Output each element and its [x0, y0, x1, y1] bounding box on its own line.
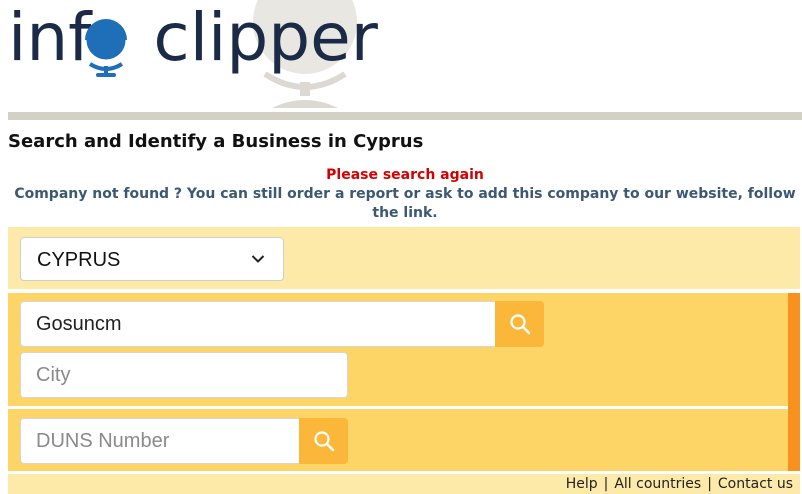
footer-separator: |	[707, 476, 712, 492]
info-message[interactable]: Company not found ? You can still order …	[8, 185, 802, 223]
chevron-down-icon	[251, 255, 265, 263]
footer-separator: |	[603, 476, 609, 492]
header-divider	[8, 112, 802, 120]
company-search-button[interactable]	[495, 301, 544, 347]
logo-globe-icon	[83, 19, 129, 77]
error-message: Please search again	[326, 167, 484, 183]
logo-text-end: clipper	[153, 0, 378, 76]
footer: Help | All countries | Contact us	[8, 474, 800, 494]
contact-us-link[interactable]: Contact us	[718, 476, 793, 492]
all-countries-link[interactable]: All countries	[614, 476, 701, 492]
country-select-value: CYPRUS	[37, 249, 121, 271]
duns-search-panel	[8, 409, 788, 471]
duns-search-button[interactable]	[299, 418, 348, 464]
search-icon	[509, 314, 530, 335]
footer-links: Help | All countries | Contact us	[566, 476, 793, 492]
company-name-input[interactable]	[20, 301, 496, 347]
search-icon	[313, 431, 334, 452]
help-link[interactable]: Help	[566, 476, 598, 492]
site-header: inf clipper	[0, 0, 802, 112]
logo[interactable]: inf clipper	[8, 0, 378, 78]
page-title: Search and Identify a Business in Cyprus	[8, 131, 424, 152]
company-search-panel	[8, 293, 788, 406]
country-select[interactable]: CYPRUS	[20, 237, 284, 281]
side-accent-strip	[788, 293, 800, 471]
city-input[interactable]	[20, 352, 348, 398]
duns-input[interactable]	[20, 418, 300, 464]
country-panel: CYPRUS	[8, 227, 800, 289]
